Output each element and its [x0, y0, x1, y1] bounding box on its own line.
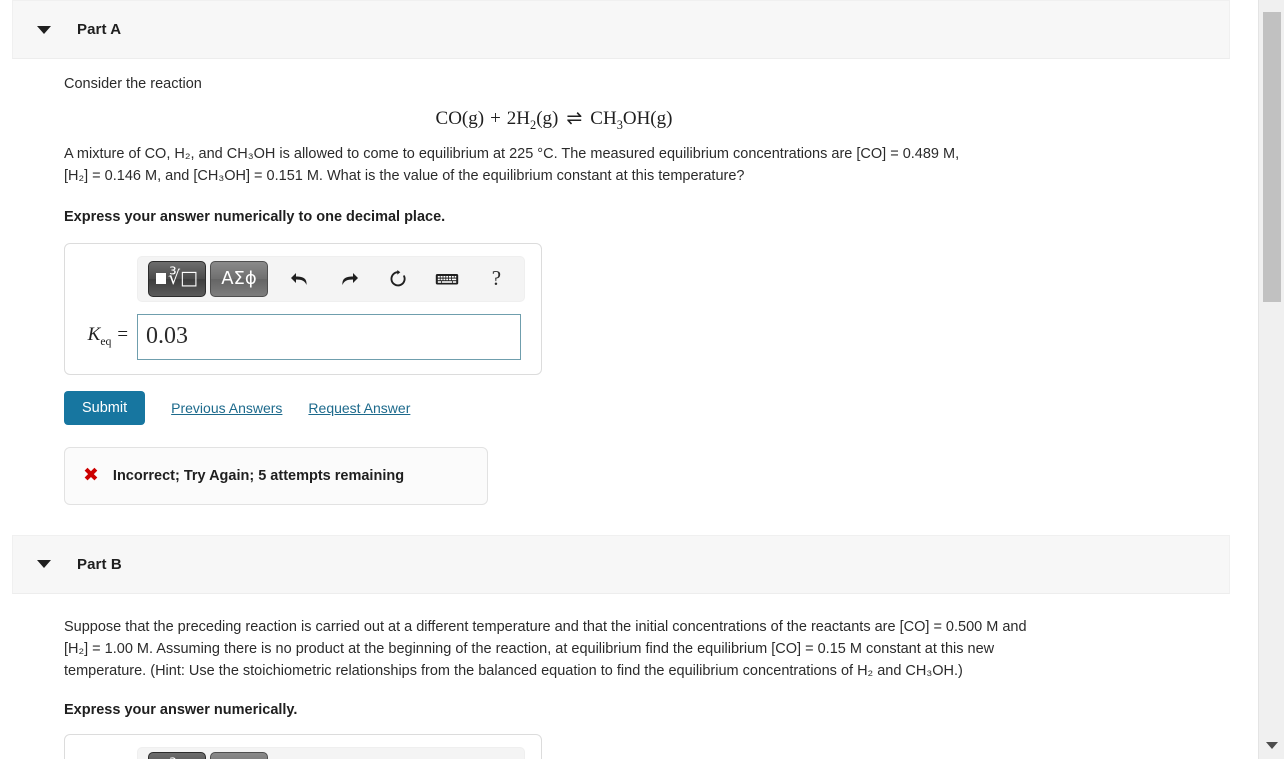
- keyboard-icon[interactable]: [430, 752, 465, 759]
- part-b-instruction: Express your answer numerically.: [64, 701, 298, 718]
- filled-square-icon: [156, 273, 166, 285]
- cross-icon: ✖: [83, 464, 99, 487]
- greek-letters-icon: ΑΣϕ: [221, 267, 257, 289]
- part-a-feedback: ✖ Incorrect; Try Again; 5 attempts remai…: [64, 446, 488, 505]
- part-a-statement-line2: [H₂] = 0.146 M, and [CH₃OH] = 0.151 M. W…: [64, 167, 745, 184]
- part-a-answer-input[interactable]: [137, 313, 521, 360]
- feedback-message: Incorrect; Try Again; 5 attempts remaini…: [112, 467, 405, 484]
- part-a-answer-box: ∛□ ΑΣϕ ? Keq = 0.03: [64, 242, 542, 375]
- keq-symbol: K: [87, 324, 101, 346]
- previous-answers-link[interactable]: Previous Answers: [171, 400, 282, 416]
- part-a-statement: A mixture of CO, H₂, and CH₃OH is allowe…: [64, 143, 1234, 187]
- part-b-header[interactable]: Part B: [12, 534, 1230, 594]
- help-button[interactable]: ?: [479, 752, 514, 759]
- part-b-statement-line1: Suppose that the preceding reaction is c…: [64, 618, 1027, 635]
- part-a-title: Part A: [77, 21, 122, 38]
- vertical-scrollbar[interactable]: [1258, 0, 1284, 759]
- part-b-answer-box: ∛□ ΑΣϕ: [64, 733, 542, 759]
- part-b-statement: Suppose that the preceding reaction is c…: [64, 616, 1234, 682]
- undo-icon[interactable]: [282, 261, 317, 297]
- undo-icon[interactable]: [282, 752, 317, 759]
- redo-icon[interactable]: [331, 261, 366, 297]
- page-root: Part A Consider the reaction CO(g) +2H2(g…: [0, 0, 1284, 759]
- equation-lhs-h2-state: (g): [536, 108, 559, 129]
- math-template-button[interactable]: ∛□: [148, 751, 206, 759]
- reset-icon[interactable]: [380, 261, 415, 297]
- equation-plus: +: [490, 108, 501, 129]
- request-answer-link[interactable]: Request Answer: [308, 400, 410, 416]
- equation-lhs-h2: 2H: [506, 108, 531, 129]
- keq-subscript: eq: [100, 335, 112, 349]
- part-b-math-toolbar: ∛□ ΑΣϕ: [137, 746, 525, 759]
- equation-rhs-ch: CH: [590, 108, 617, 129]
- equation-lhs-co: CO(g): [435, 108, 485, 129]
- redo-icon[interactable]: [331, 752, 366, 759]
- part-a-math-toolbar: ∛□ ΑΣϕ ?: [137, 255, 525, 302]
- part-b-statement-line2: [H₂] = 1.00 M. Assuming there is no prod…: [64, 640, 995, 657]
- reset-icon[interactable]: [380, 752, 415, 759]
- part-a-intro: Consider the reaction: [64, 76, 202, 92]
- greek-symbols-button[interactable]: ΑΣϕ: [210, 751, 268, 759]
- question-mark-icon: ?: [491, 266, 502, 291]
- scrollbar-thumb[interactable]: [1263, 12, 1281, 302]
- part-b-statement-line3: temperature. (Hint: Use the stoichiometr…: [64, 662, 963, 679]
- content-viewport: Part A Consider the reaction CO(g) +2H2(g…: [0, 0, 1258, 759]
- greek-symbols-button[interactable]: ΑΣϕ: [210, 260, 268, 297]
- keq-label: Keq =: [79, 324, 137, 349]
- chevron-down-icon[interactable]: [37, 560, 51, 569]
- part-a-instruction: Express your answer numerically to one d…: [64, 208, 446, 225]
- radical-icon: ∛□: [167, 267, 198, 290]
- math-template-button[interactable]: ∛□: [148, 260, 206, 297]
- equilibrium-arrow-icon: ⇌: [566, 108, 583, 129]
- part-a-input-row: Keq =: [79, 313, 527, 360]
- reaction-equation: CO(g) +2H2(g) ⇌ CH3OH(g): [64, 107, 1234, 133]
- keq-equals: =: [111, 324, 129, 346]
- part-b-title: Part B: [77, 555, 122, 573]
- keyboard-icon[interactable]: [430, 261, 465, 297]
- help-button[interactable]: ?: [479, 261, 514, 297]
- chevron-down-icon[interactable]: [37, 25, 51, 34]
- part-a-body: Consider the reaction CO(g) +2H2(g) ⇌ CH3OH…: [0, 59, 1258, 505]
- equation-rhs-tail: OH(g): [622, 108, 673, 129]
- part-b-body: Suppose that the preceding reaction is c…: [0, 594, 1258, 759]
- part-a-actions: Submit Previous Answers Request Answer: [64, 390, 1234, 425]
- part-a-header[interactable]: Part A: [12, 0, 1230, 59]
- chevron-down-icon[interactable]: [1266, 742, 1278, 749]
- part-a-statement-line1: A mixture of CO, H₂, and CH₃OH is allowe…: [64, 145, 960, 162]
- submit-button[interactable]: Submit: [64, 390, 146, 425]
